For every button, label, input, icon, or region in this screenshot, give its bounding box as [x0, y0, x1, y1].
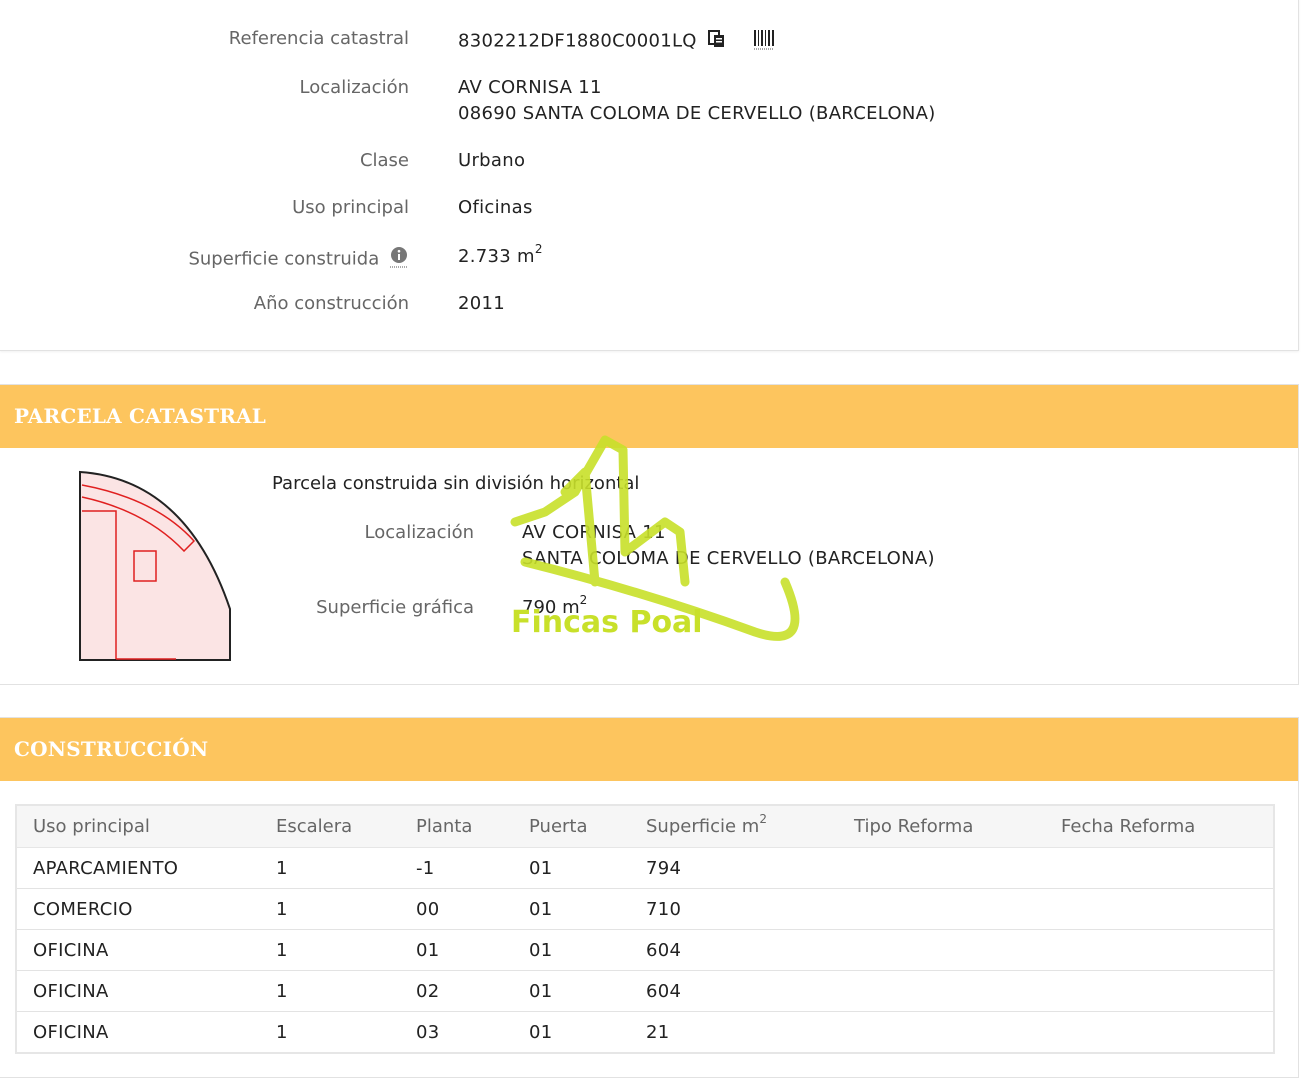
clase-value: Urbano — [458, 150, 526, 171]
referencia-value: 8302212DF1880C0001LQ — [458, 28, 775, 55]
parcela-section: PARCELA CATASTRAL Parcela construida sin… — [0, 384, 1299, 685]
cell-escalera: 1 — [260, 847, 400, 889]
cell-puerta: 01 — [513, 929, 630, 971]
superficie-label: Superficie construida — [188, 248, 380, 270]
cell-planta: 01 — [400, 929, 513, 971]
cell-escalera: 1 — [260, 929, 400, 971]
cell-fecha-reforma — [1045, 929, 1274, 971]
cell-fecha-reforma — [1045, 1011, 1274, 1053]
header-tipo-reforma: Tipo Reforma — [838, 805, 1045, 848]
header-escalera: Escalera — [260, 805, 400, 848]
cell-uso: COMERCIO — [16, 888, 260, 930]
cell-superficie: 710 — [630, 888, 838, 930]
superficie-label-wrap: Superficie construida — [188, 246, 409, 273]
cell-uso: APARCAMIENTO — [16, 847, 260, 889]
table-row: APARCAMIENTO 1 -1 01 794 — [16, 847, 1274, 889]
cell-escalera: 1 — [260, 1011, 400, 1053]
header-uso: Uso principal — [16, 805, 260, 848]
cell-planta: -1 — [400, 847, 513, 889]
cell-superficie: 21 — [630, 1011, 838, 1053]
table-row: OFICINA 1 03 01 21 — [16, 1011, 1274, 1053]
table-row: OFICINA 1 02 01 604 — [16, 970, 1274, 1012]
parcel-plan-image[interactable] — [76, 469, 238, 664]
construccion-title: CONSTRUCCIÓN — [0, 718, 1298, 781]
parcela-localizacion-line2: SANTA COLOMA DE CERVELLO (BARCELONA) — [522, 548, 935, 569]
header-puerta: Puerta — [513, 805, 630, 848]
cell-uso: OFICINA — [16, 1011, 260, 1053]
info-icon[interactable] — [389, 246, 409, 273]
anio-value: 2011 — [458, 293, 506, 314]
cell-puerta: 01 — [513, 1011, 630, 1053]
cell-fecha-reforma — [1045, 970, 1274, 1012]
table-row: OFICINA 1 01 01 604 — [16, 929, 1274, 971]
cell-puerta: 01 — [513, 970, 630, 1012]
parcela-superficie-sup: 2 — [579, 593, 588, 607]
cell-puerta: 01 — [513, 847, 630, 889]
cell-superficie: 604 — [630, 929, 838, 971]
cell-superficie: 604 — [630, 970, 838, 1012]
cell-superficie: 794 — [630, 847, 838, 889]
parcela-descripcion: Parcela construida sin división horizont… — [272, 473, 640, 494]
header-fecha-reforma: Fecha Reforma — [1045, 805, 1274, 848]
referencia-label: Referencia catastral — [228, 28, 409, 49]
cell-escalera: 1 — [260, 888, 400, 930]
datos-inmueble-card: Referencia catastral 8302212DF1880C0001L… — [0, 0, 1299, 351]
cell-escalera: 1 — [260, 970, 400, 1012]
parcela-title: PARCELA CATASTRAL — [0, 385, 1298, 448]
cell-fecha-reforma — [1045, 888, 1274, 930]
cell-tipo-reforma — [838, 929, 1045, 971]
localizacion-line2: 08690 SANTA COLOMA DE CERVELLO (BARCELON… — [458, 103, 936, 124]
header-superficie: Superficie m2 — [630, 805, 838, 848]
cell-uso: OFICINA — [16, 970, 260, 1012]
cell-planta: 03 — [400, 1011, 513, 1053]
table-header-row: Uso principal Escalera Planta Puerta Sup… — [16, 805, 1274, 848]
uso-label: Uso principal — [292, 197, 409, 218]
cell-tipo-reforma — [838, 888, 1045, 930]
header-superficie-text: Superficie m — [646, 816, 760, 837]
localizacion-line1: AV CORNISA 11 — [458, 77, 602, 98]
superficie-number: 2.733 m — [458, 246, 535, 267]
superficie-sup: 2 — [534, 242, 543, 256]
clase-label: Clase — [359, 150, 409, 171]
cell-puerta: 01 — [513, 888, 630, 930]
parcela-superficie-value: 790 m2 — [522, 593, 587, 618]
cell-tipo-reforma — [838, 1011, 1045, 1053]
header-superficie-sup: 2 — [759, 812, 767, 826]
cell-uso: OFICINA — [16, 929, 260, 971]
parcela-localizacion-line1: AV CORNISA 11 — [522, 522, 666, 543]
cell-tipo-reforma — [838, 847, 1045, 889]
cell-tipo-reforma — [838, 970, 1045, 1012]
parcela-superficie-number: 790 m — [522, 597, 580, 618]
superficie-value: 2.733 m2 — [458, 242, 543, 267]
uso-value: Oficinas — [458, 197, 533, 218]
anio-label: Año construcción — [253, 293, 409, 314]
cell-planta: 02 — [400, 970, 513, 1012]
parcela-localizacion-label: Localización — [364, 522, 474, 543]
table-row: COMERCIO 1 00 01 710 — [16, 888, 1274, 930]
construccion-table: Uso principal Escalera Planta Puerta Sup… — [15, 804, 1275, 1054]
parcela-superficie-label: Superficie gráfica — [316, 597, 474, 618]
construccion-section: CONSTRUCCIÓN Uso principal Escalera Plan… — [0, 717, 1299, 1078]
barcode-icon[interactable] — [753, 28, 775, 55]
referencia-text: 8302212DF1880C0001LQ — [458, 30, 697, 52]
cell-fecha-reforma — [1045, 847, 1274, 889]
localizacion-label: Localización — [299, 77, 409, 98]
header-planta: Planta — [400, 805, 513, 848]
copy-icon[interactable] — [707, 29, 727, 54]
cell-planta: 00 — [400, 888, 513, 930]
